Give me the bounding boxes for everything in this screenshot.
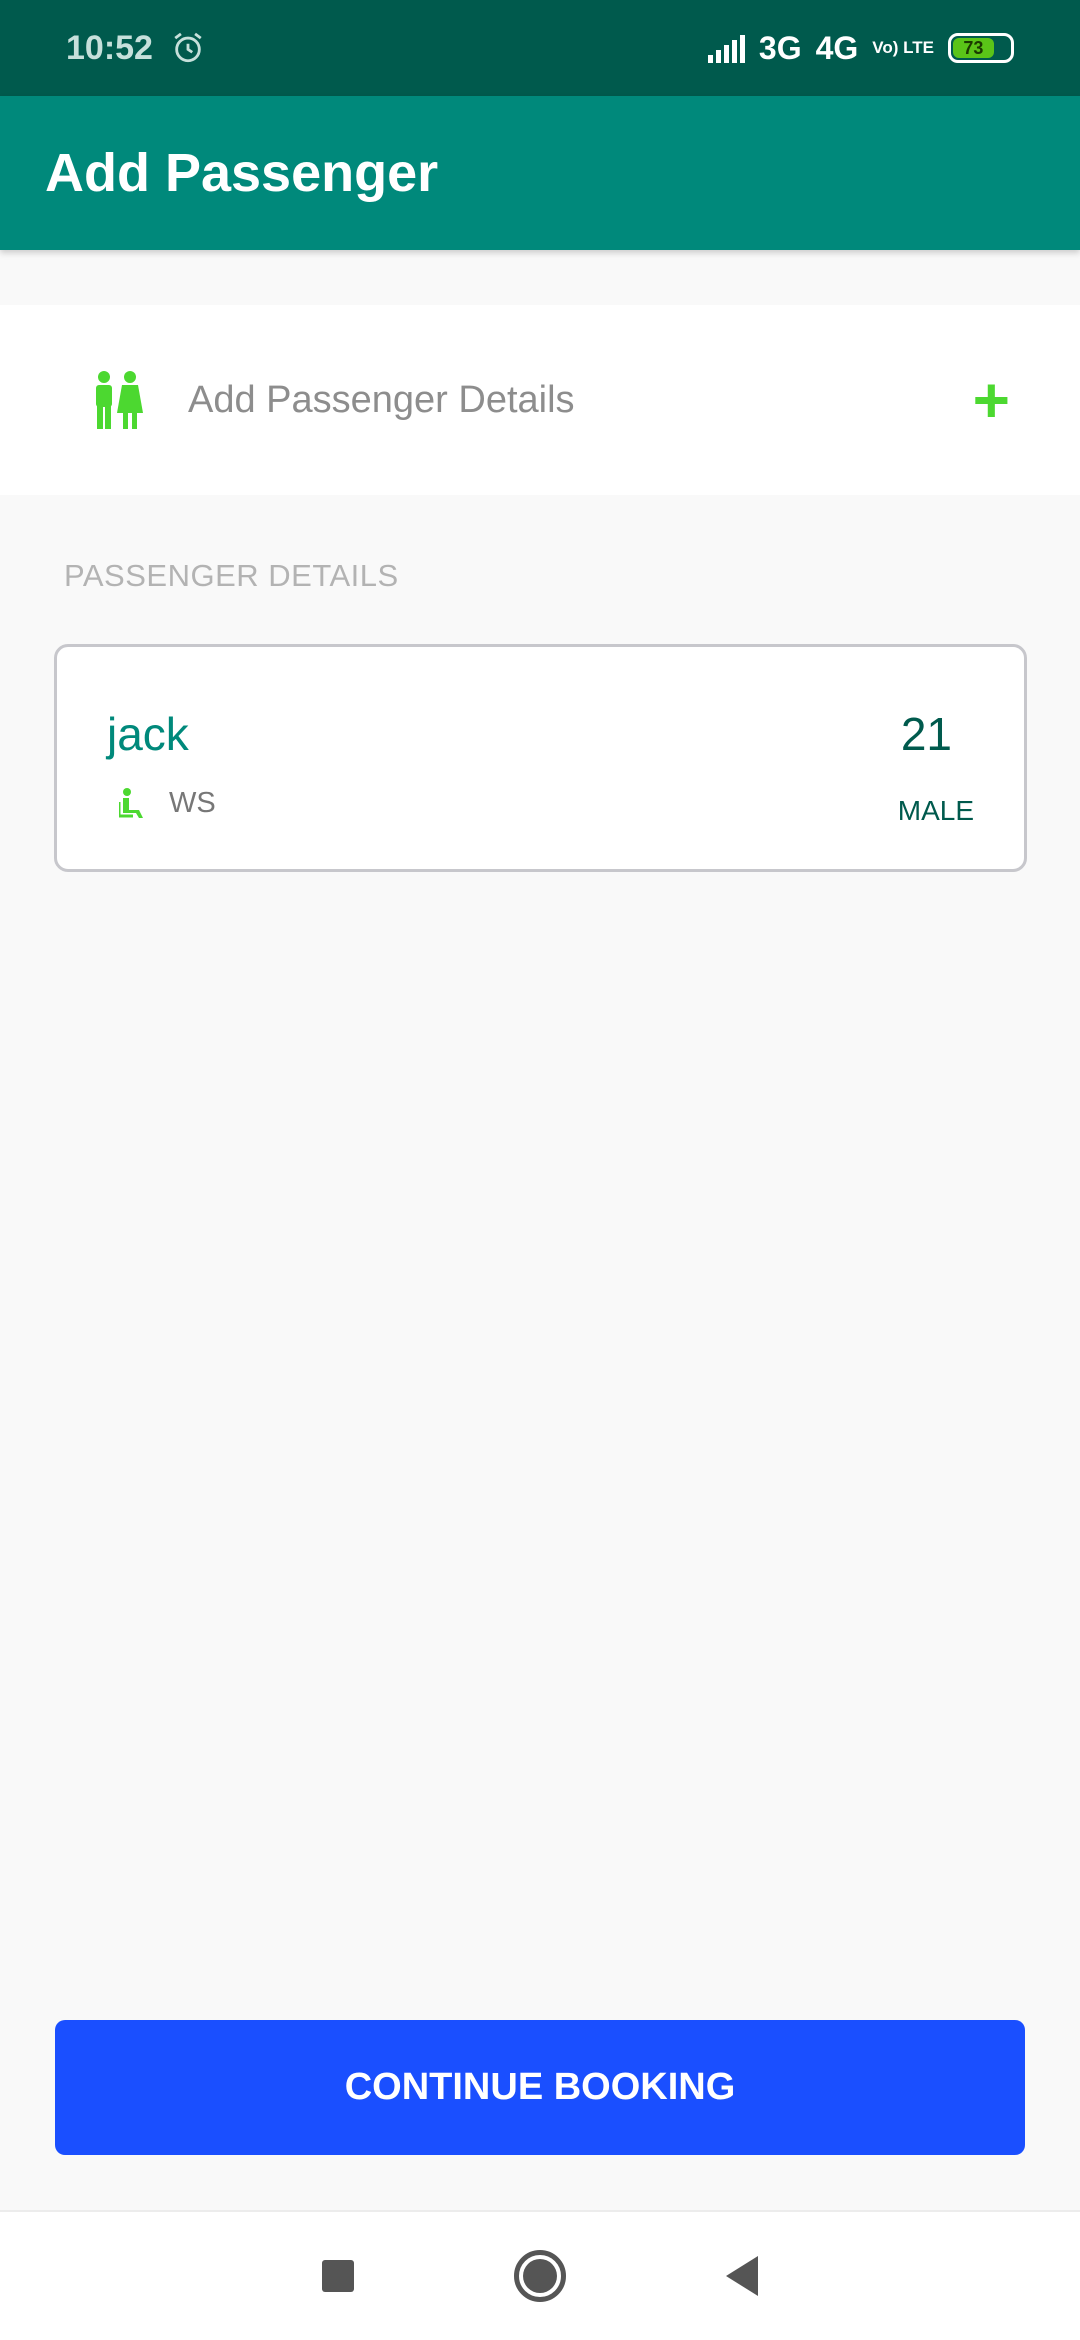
app-bar: Add Passenger [0,96,1080,250]
network-4g-label: 4G [815,29,859,66]
section-header: PASSENGER DETAILS [64,558,399,593]
passenger-age: 21 [900,708,952,760]
continue-booking-button[interactable]: CONTINUE BOOKING [55,2020,1025,2155]
passengers-icon [96,371,143,429]
page-title: Add Passenger [45,143,439,203]
passenger-card[interactable]: jack 21 WS MALE [54,644,1027,872]
passenger-name: jack [107,708,189,760]
passenger-berth: WS [169,787,216,819]
seat-icon [119,787,143,818]
status-time: 10:52 [66,28,153,67]
network-3g-label: 3G [758,29,802,66]
signal-icon [707,33,745,63]
system-nav-bar [0,2210,1080,2340]
add-passenger-card[interactable]: Add Passenger Details + [0,305,1080,495]
add-passenger-label: Add Passenger Details [188,378,575,421]
status-left: 10:52 [66,29,205,68]
battery-icon: 73 [948,33,1014,63]
back-icon[interactable] [726,2256,758,2296]
plus-icon[interactable]: + [973,368,1010,432]
recents-icon[interactable] [322,2260,354,2292]
alarm-icon [174,32,202,63]
volte-label: Vo) LTE [872,38,934,57]
battery-level: 73 [953,38,994,58]
status-right: 3G 4G Vo) LTE 73 [707,29,1014,67]
status-bar: 10:52 3G 4G Vo) LTE 73 [0,0,1080,96]
home-icon[interactable] [514,2250,566,2302]
passenger-berth-row: WS [119,787,216,820]
passenger-gender: MALE [897,795,974,826]
